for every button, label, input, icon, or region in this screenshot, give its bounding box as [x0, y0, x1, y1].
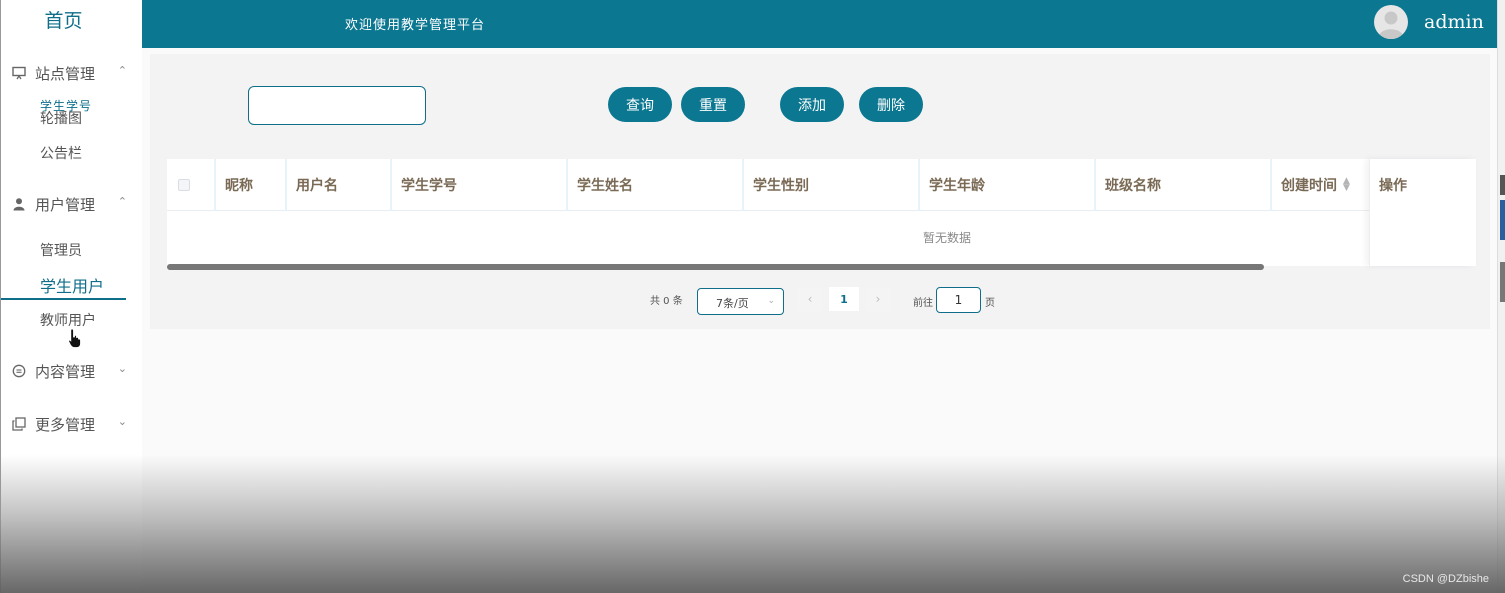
col-created-time-label: 创建时间 [1281, 178, 1337, 194]
total-count: 共 0 条 [650, 296, 683, 307]
select-all-cell [167, 159, 216, 211]
select-all-checkbox[interactable] [178, 179, 190, 191]
student-id-input[interactable] [248, 86, 426, 125]
menu-group-user-management[interactable]: 用户管理 ⌃ [11, 192, 131, 216]
window-edge [1497, 0, 1505, 593]
sidebar: 首页 站点管理 ⌃ 轮播图 公告栏 用户管理 ⌃ 管理员 学生用户 教师用户 内… [0, 0, 142, 593]
empty-state: 暂无数据 [922, 231, 971, 245]
student-table: 昵称 用户名 学生学号 学生姓名 学生性别 学生年龄 班级名称 创建时间 ▲ ▼ … [167, 159, 1476, 266]
main-content [142, 48, 1497, 593]
chevron-down-icon: ⌄ [117, 415, 127, 428]
prev-page-button[interactable]: ‹ [797, 287, 823, 311]
sort-icon[interactable]: ▲ ▼ [1343, 177, 1350, 193]
copy-icon [11, 416, 27, 432]
goto-suffix: 页 [985, 298, 995, 309]
delete-button[interactable]: 删除 [859, 87, 923, 122]
menu-group-site-management[interactable]: 站点管理 ⌃ [11, 61, 131, 85]
col-student-id[interactable]: 学生学号 [392, 159, 568, 211]
col-nickname[interactable]: 昵称 [216, 159, 287, 211]
menu-group-label: 站点管理 [35, 64, 96, 83]
reset-button[interactable]: 重置 [681, 87, 745, 122]
col-username[interactable]: 用户名 [287, 159, 392, 211]
chevron-down-icon: ⌄ [767, 296, 775, 306]
menu-item-teacher-users[interactable]: 教师用户 [40, 310, 96, 330]
goto-prefix: 前往 [913, 298, 933, 309]
top-header: 欢迎使用教学管理平台 admin [142, 0, 1505, 48]
user-icon [11, 196, 27, 212]
col-actions: 操作 [1379, 178, 1407, 194]
home-link[interactable]: 首页 [1, 6, 126, 33]
username[interactable]: admin [1424, 11, 1484, 33]
menu-group-label: 内容管理 [35, 362, 96, 381]
watermark: CSDN @DZbishe [1402, 573, 1489, 585]
table-header: 昵称 用户名 学生学号 学生姓名 学生性别 学生年龄 班级名称 创建时间 ▲ ▼ [167, 159, 1476, 211]
page-size-value: 7条/页 [716, 297, 749, 310]
hand-cursor-icon [68, 328, 82, 348]
menu-item-notice[interactable]: 公告栏 [40, 143, 82, 163]
chat-icon [11, 363, 27, 379]
menu-item-student-users[interactable]: 学生用户 [40, 273, 104, 297]
menu-group-label: 用户管理 [35, 195, 96, 214]
col-class-name[interactable]: 班级名称 [1096, 159, 1272, 211]
active-indicator [1, 298, 126, 300]
avatar[interactable] [1374, 5, 1408, 39]
menu-group-label: 更多管理 [35, 415, 96, 434]
menu-group-content-management[interactable]: 内容管理 ⌄ [11, 359, 131, 383]
goto-page-input[interactable]: 1 [936, 287, 981, 313]
query-button[interactable]: 查询 [608, 87, 672, 122]
ops-column: 操作 [1369, 159, 1476, 266]
chevron-up-icon: ⌃ [117, 195, 127, 208]
student-id-label: 学生学号 [40, 99, 93, 113]
monitor-icon [11, 65, 27, 81]
table-horizontal-scrollbar[interactable] [167, 264, 1264, 270]
menu-item-admin[interactable]: 管理员 [40, 240, 82, 260]
col-student-gender[interactable]: 学生性别 [744, 159, 920, 211]
chevron-up-icon: ⌃ [117, 64, 127, 77]
col-student-age[interactable]: 学生年龄 [920, 159, 1096, 211]
chevron-down-icon: ⌄ [117, 362, 127, 375]
page-size-select[interactable]: 7条/页 ⌄ [697, 288, 784, 315]
menu-group-more-management[interactable]: 更多管理 ⌄ [11, 412, 131, 436]
next-page-button[interactable]: › [865, 287, 891, 311]
col-student-name[interactable]: 学生姓名 [568, 159, 744, 211]
page-number-current[interactable]: 1 [829, 287, 859, 311]
col-created-time[interactable]: 创建时间 ▲ ▼ [1272, 159, 1369, 211]
add-button[interactable]: 添加 [780, 87, 844, 122]
welcome-title: 欢迎使用教学管理平台 [345, 18, 486, 33]
